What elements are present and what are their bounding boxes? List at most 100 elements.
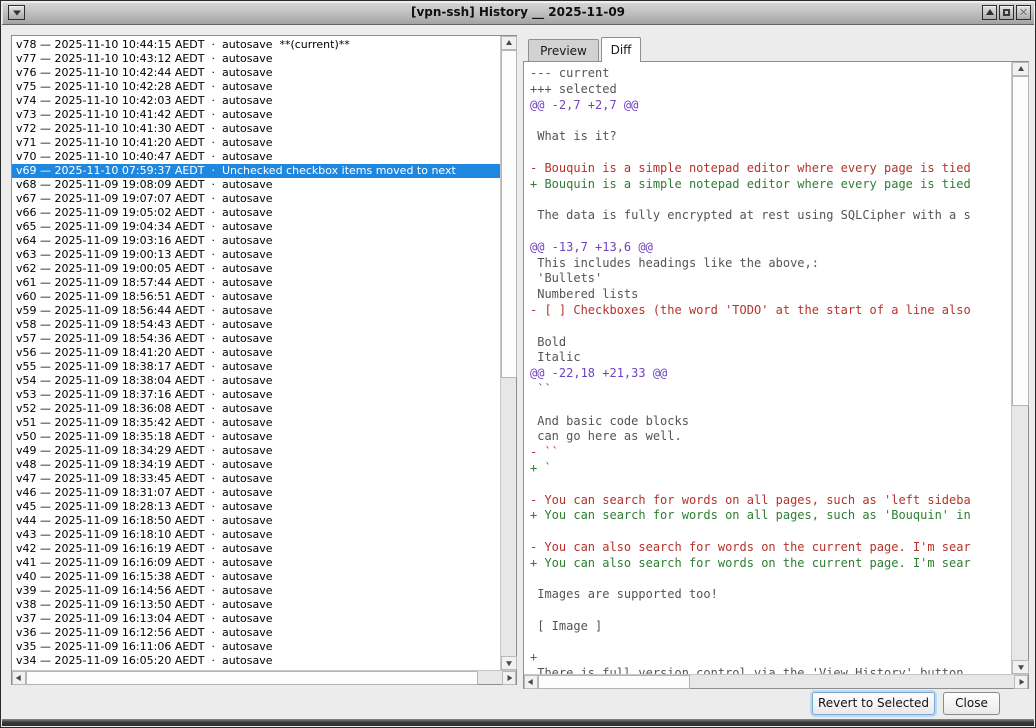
diff-line: What is it? bbox=[530, 129, 1011, 145]
diff-line: @@ -22,18 +21,33 @@ bbox=[530, 366, 1011, 382]
window-close-button[interactable]: ✕ bbox=[1016, 5, 1031, 20]
scroll-up-button[interactable] bbox=[1012, 62, 1029, 76]
history-item[interactable]: v52 — 2025-11-09 18:36:08 AEDT · autosav… bbox=[12, 402, 500, 416]
diff-line bbox=[530, 603, 1011, 619]
diff-line: @@ -2,7 +2,7 @@ bbox=[530, 98, 1011, 114]
diff-line: + Bouquin is a simple notepad editor whe… bbox=[530, 177, 1011, 193]
scroll-down-button[interactable] bbox=[1012, 660, 1029, 674]
history-item[interactable]: v37 — 2025-11-09 16:13:04 AEDT · autosav… bbox=[12, 612, 500, 626]
history-item[interactable]: v78 — 2025-11-10 10:44:15 AEDT · autosav… bbox=[12, 38, 500, 52]
history-item[interactable]: v58 — 2025-11-09 18:54:43 AEDT · autosav… bbox=[12, 318, 500, 332]
history-item[interactable]: v47 — 2025-11-09 18:33:45 AEDT · autosav… bbox=[12, 472, 500, 486]
diff-line: And basic code blocks bbox=[530, 414, 1011, 430]
history-item[interactable]: v54 — 2025-11-09 18:38:04 AEDT · autosav… bbox=[12, 374, 500, 388]
history-item[interactable]: v34 — 2025-11-09 16:05:20 AEDT · autosav… bbox=[12, 654, 500, 668]
history-item[interactable]: v59 — 2025-11-09 18:56:44 AEDT · autosav… bbox=[12, 304, 500, 318]
scroll-right-button[interactable] bbox=[1014, 675, 1028, 689]
history-item[interactable]: v76 — 2025-11-10 10:42:44 AEDT · autosav… bbox=[12, 66, 500, 80]
history-item[interactable]: v70 — 2025-11-10 10:40:47 AEDT · autosav… bbox=[12, 150, 500, 164]
version-list[interactable]: v78 — 2025-11-10 10:44:15 AEDT · autosav… bbox=[12, 36, 500, 670]
history-item[interactable]: v53 — 2025-11-09 18:37:16 AEDT · autosav… bbox=[12, 388, 500, 402]
revert-to-selected-button[interactable]: Revert to Selected bbox=[812, 692, 935, 715]
diff-line: Italic bbox=[530, 350, 1011, 366]
history-item[interactable]: v44 — 2025-11-09 16:18:50 AEDT · autosav… bbox=[12, 514, 500, 528]
history-item[interactable]: v48 — 2025-11-09 18:34:19 AEDT · autosav… bbox=[12, 458, 500, 472]
history-item[interactable]: v60 — 2025-11-09 18:56:51 AEDT · autosav… bbox=[12, 290, 500, 304]
diff-vscrollbar[interactable] bbox=[1011, 62, 1028, 674]
history-item[interactable]: v45 — 2025-11-09 18:28:13 AEDT · autosav… bbox=[12, 500, 500, 514]
history-item[interactable]: v38 — 2025-11-09 16:13:50 AEDT · autosav… bbox=[12, 598, 500, 612]
close-icon: ✕ bbox=[1017, 6, 1030, 19]
history-item[interactable]: v66 — 2025-11-09 19:05:02 AEDT · autosav… bbox=[12, 206, 500, 220]
history-window: [vpn-ssh] History __ 2025-11-09 ✕ v78 — … bbox=[0, 0, 1036, 728]
history-vscrollbar[interactable] bbox=[500, 36, 516, 670]
scroll-left-button[interactable] bbox=[12, 671, 26, 685]
history-item[interactable]: v41 — 2025-11-09 16:16:09 AEDT · autosav… bbox=[12, 556, 500, 570]
history-hscrollbar[interactable] bbox=[12, 670, 516, 684]
diff-line bbox=[530, 524, 1011, 540]
history-item[interactable]: v67 — 2025-11-09 19:07:07 AEDT · autosav… bbox=[12, 192, 500, 206]
diff-hscrollbar[interactable] bbox=[524, 674, 1028, 688]
history-item[interactable]: v43 — 2025-11-09 16:18:10 AEDT · autosav… bbox=[12, 528, 500, 542]
arrow-up-icon bbox=[506, 40, 512, 45]
diff-line: Images are supported too! bbox=[530, 587, 1011, 603]
diff-vscroll-thumb[interactable] bbox=[1012, 76, 1029, 406]
history-item[interactable]: v50 — 2025-11-09 18:35:18 AEDT · autosav… bbox=[12, 430, 500, 444]
diff-line: - You can search for words on all pages,… bbox=[530, 493, 1011, 509]
diff-line bbox=[530, 145, 1011, 161]
history-item[interactable]: v51 — 2025-11-09 18:35:42 AEDT · autosav… bbox=[12, 416, 500, 430]
history-item[interactable]: v74 — 2025-11-10 10:42:03 AEDT · autosav… bbox=[12, 94, 500, 108]
history-vscroll-thumb[interactable] bbox=[501, 50, 517, 378]
scroll-left-button[interactable] bbox=[524, 675, 538, 689]
scroll-down-button[interactable] bbox=[501, 656, 517, 670]
history-item[interactable]: v36 — 2025-11-09 16:12:56 AEDT · autosav… bbox=[12, 626, 500, 640]
arrow-down-icon bbox=[506, 661, 512, 666]
history-item[interactable]: v77 — 2025-11-10 10:43:12 AEDT · autosav… bbox=[12, 52, 500, 66]
maximize-button[interactable] bbox=[999, 5, 1014, 20]
scroll-right-button[interactable] bbox=[502, 671, 516, 685]
history-item[interactable]: v61 — 2025-11-09 18:57:44 AEDT · autosav… bbox=[12, 276, 500, 290]
history-item[interactable]: v55 — 2025-11-09 18:38:17 AEDT · autosav… bbox=[12, 360, 500, 374]
diff-line: - `` bbox=[530, 445, 1011, 461]
history-item[interactable]: v62 — 2025-11-09 19:00:05 AEDT · autosav… bbox=[12, 262, 500, 276]
diff-line: The data is fully encrypted at rest usin… bbox=[530, 208, 1011, 224]
arrow-left-icon bbox=[528, 679, 533, 685]
shade-icon bbox=[986, 9, 994, 15]
diff-line: + bbox=[530, 650, 1011, 666]
close-button[interactable]: Close bbox=[943, 692, 1000, 715]
diff-line bbox=[530, 113, 1011, 129]
diff-line: + You can search for words on all pages,… bbox=[530, 508, 1011, 524]
history-item[interactable]: v68 — 2025-11-09 19:08:09 AEDT · autosav… bbox=[12, 178, 500, 192]
history-item[interactable]: v49 — 2025-11-09 18:34:29 AEDT · autosav… bbox=[12, 444, 500, 458]
history-item[interactable]: v64 — 2025-11-09 19:03:16 AEDT · autosav… bbox=[12, 234, 500, 248]
history-item[interactable]: v40 — 2025-11-09 16:15:38 AEDT · autosav… bbox=[12, 570, 500, 584]
history-item[interactable]: v56 — 2025-11-09 18:41:20 AEDT · autosav… bbox=[12, 346, 500, 360]
history-item[interactable]: v35 — 2025-11-09 16:11:06 AEDT · autosav… bbox=[12, 640, 500, 654]
history-item[interactable]: v39 — 2025-11-09 16:14:56 AEDT · autosav… bbox=[12, 584, 500, 598]
diff-line: Bold bbox=[530, 335, 1011, 351]
history-item[interactable]: v73 — 2025-11-10 10:41:42 AEDT · autosav… bbox=[12, 108, 500, 122]
shade-button[interactable] bbox=[982, 5, 997, 20]
diff-text[interactable]: --- current+++ selected@@ -2,7 +2,7 @@ W… bbox=[524, 62, 1011, 674]
history-item[interactable]: v46 — 2025-11-09 18:31:07 AEDT · autosav… bbox=[12, 486, 500, 500]
history-item[interactable]: v71 — 2025-11-10 10:41:20 AEDT · autosav… bbox=[12, 136, 500, 150]
history-hscroll-thumb[interactable] bbox=[26, 671, 478, 685]
history-item[interactable]: v63 — 2025-11-09 19:00:13 AEDT · autosav… bbox=[12, 248, 500, 262]
diff-line: Numbered lists bbox=[530, 287, 1011, 303]
scroll-up-button[interactable] bbox=[501, 36, 517, 50]
arrow-left-icon bbox=[16, 675, 21, 681]
diff-line bbox=[530, 192, 1011, 208]
tab-diff[interactable]: Diff bbox=[601, 37, 641, 62]
arrow-down-icon bbox=[1018, 665, 1024, 670]
history-item[interactable]: v65 — 2025-11-09 19:04:34 AEDT · autosav… bbox=[12, 220, 500, 234]
history-item[interactable]: v57 — 2025-11-09 18:54:36 AEDT · autosav… bbox=[12, 332, 500, 346]
diff-line: - [ ] Checkboxes (the word 'TODO' at the… bbox=[530, 303, 1011, 319]
history-item[interactable]: v69 — 2025-11-10 07:59:37 AEDT · Uncheck… bbox=[12, 164, 500, 178]
history-item[interactable]: v75 — 2025-11-10 10:42:28 AEDT · autosav… bbox=[12, 80, 500, 94]
history-item[interactable]: v72 — 2025-11-10 10:41:30 AEDT · autosav… bbox=[12, 122, 500, 136]
tab-preview[interactable]: Preview bbox=[528, 39, 599, 61]
diff-hscroll-thumb[interactable] bbox=[538, 675, 690, 689]
diff-line: can go here as well. bbox=[530, 429, 1011, 445]
history-item[interactable]: v42 — 2025-11-09 16:16:19 AEDT · autosav… bbox=[12, 542, 500, 556]
diff-line: - Bouquin is a simple notepad editor whe… bbox=[530, 161, 1011, 177]
